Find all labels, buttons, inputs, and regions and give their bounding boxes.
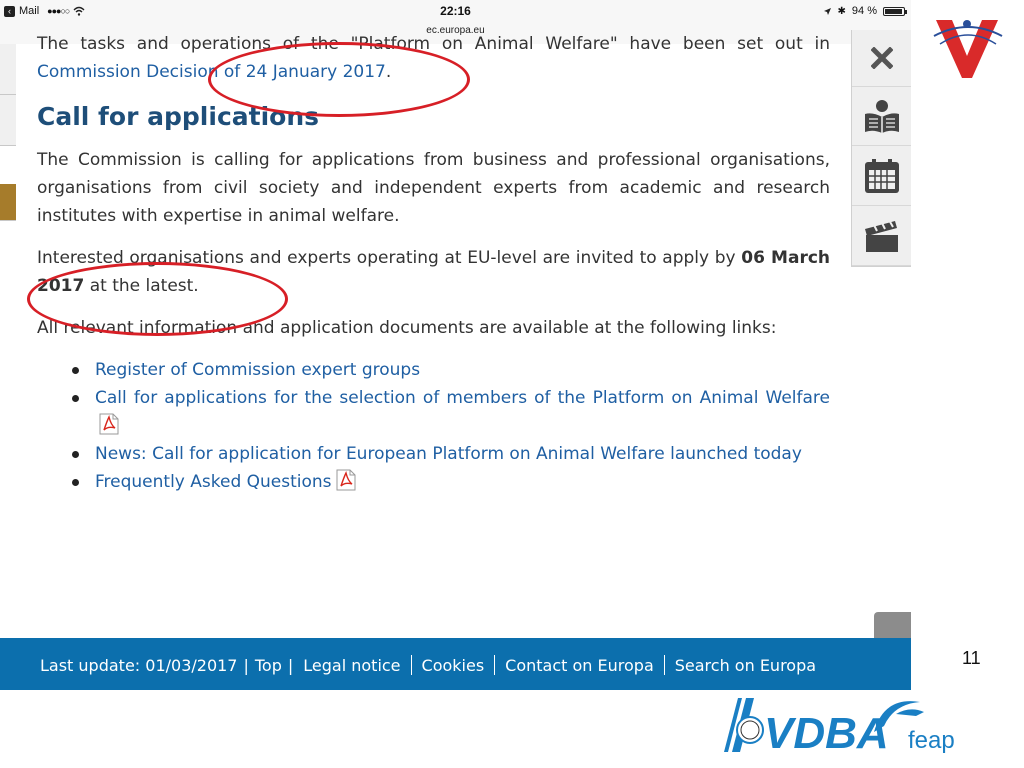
list-item: Register of Commission expert groups — [72, 356, 830, 384]
footer-divider — [663, 655, 665, 675]
video-button[interactable] — [852, 207, 911, 266]
list-item: Frequently Asked Questions — [72, 468, 830, 496]
faq-link[interactable]: Frequently Asked Questions — [95, 472, 332, 492]
footer-links: Last update: 01/03/2017 | Top | Legal no… — [40, 655, 816, 675]
expert-groups-link[interactable]: Register of Commission expert groups — [95, 360, 420, 380]
cookies-link[interactable]: Cookies — [422, 656, 485, 675]
organization-v-logo — [933, 20, 1003, 78]
status-time: 22:16 — [440, 4, 471, 18]
paragraph-1: The Commission is calling for applicatio… — [37, 150, 830, 226]
edge-tab[interactable] — [0, 44, 16, 95]
reader-icon — [865, 100, 899, 133]
contact-link[interactable]: Contact on Europa — [505, 656, 654, 675]
calendar-icon — [865, 159, 899, 193]
battery-icon — [883, 6, 907, 16]
footer-bar: Last update: 01/03/2017 | Top | Legal no… — [0, 638, 911, 690]
vdba-logo-text: VDBA — [764, 709, 889, 756]
status-right: ✱ 94 % — [823, 5, 907, 17]
left-edge-tabs — [0, 44, 16, 244]
annotation-circle — [208, 42, 470, 117]
calendar-button[interactable] — [852, 147, 911, 206]
bottom-logos: VDBA feap — [724, 698, 954, 756]
browser-screen: ‹ Mail ●●●○○ 22:16 ec.europa.eu ✱ 94 % T… — [0, 0, 911, 690]
call-applications-link[interactable]: Call for applications for the selection … — [95, 388, 830, 408]
list-item: News: Call for application for European … — [72, 440, 830, 468]
links-list: Register of Commission expert groups Cal… — [37, 356, 830, 496]
last-update: Last update: 01/03/2017 — [40, 655, 238, 675]
battery-percent: 94 % — [851, 5, 877, 17]
close-icon — [871, 47, 893, 69]
feap-logo-text: feap — [908, 727, 954, 754]
slide-number: 11 — [962, 648, 981, 668]
intro-text: The tasks and operations of the "Platfor… — [37, 34, 830, 54]
annotation-circle — [27, 262, 288, 336]
footer-divider — [410, 655, 412, 675]
footer-divider — [494, 655, 496, 675]
bluetooth-icon: ✱ — [837, 5, 846, 17]
pdf-icon[interactable] — [99, 413, 119, 435]
location-arrow-icon — [823, 7, 831, 15]
list-item: Call for applications for the selection … — [72, 384, 830, 440]
footer-separator: | — [243, 655, 249, 675]
close-button[interactable] — [852, 30, 911, 87]
edge-tab[interactable] — [0, 95, 16, 146]
edge-tab-active[interactable] — [0, 184, 16, 221]
legal-notice-link[interactable]: Legal notice — [303, 656, 400, 675]
reader-button[interactable] — [852, 87, 911, 146]
pdf-icon[interactable] — [336, 469, 356, 491]
news-link[interactable]: News: Call for application for European … — [95, 444, 802, 464]
video-icon — [865, 219, 898, 252]
search-europa-link[interactable]: Search on Europa — [675, 656, 816, 675]
footer-separator: | — [287, 655, 294, 675]
top-link[interactable]: Top — [255, 656, 282, 675]
vdba-logo: VDBA — [724, 698, 889, 756]
side-toolbar — [851, 30, 911, 267]
